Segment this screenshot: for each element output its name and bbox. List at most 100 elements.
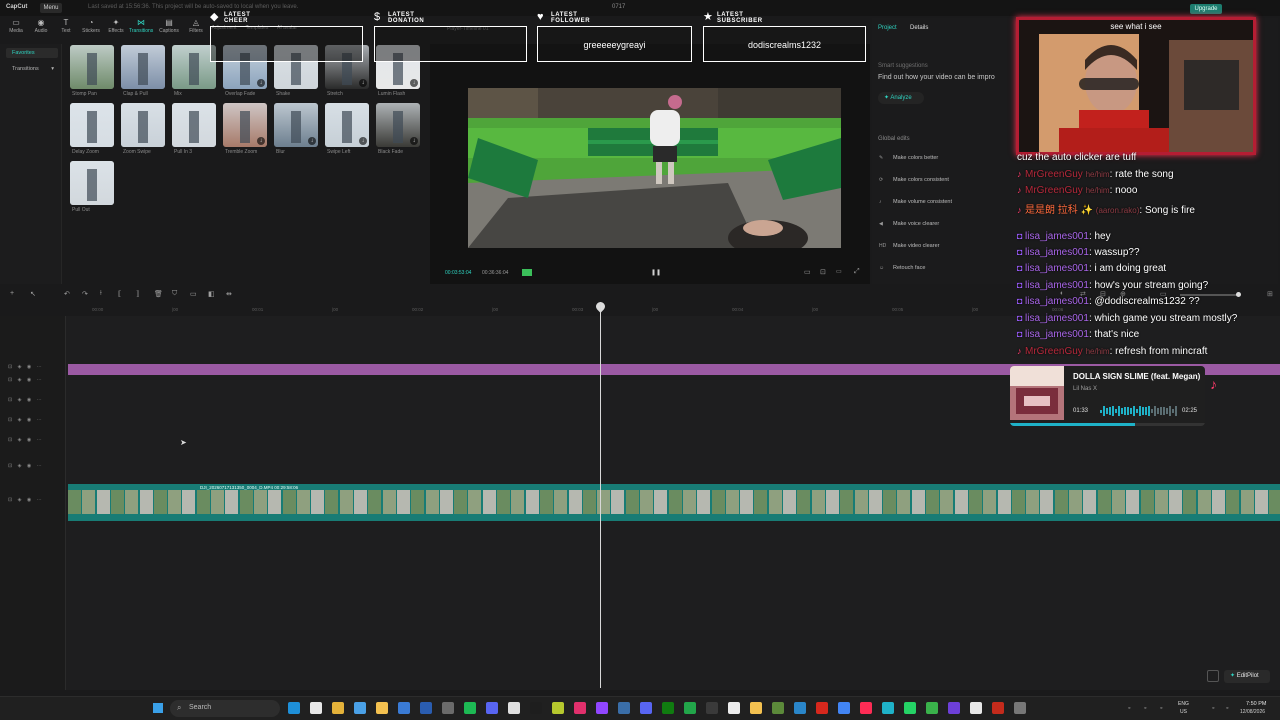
- mirror-icon[interactable]: ◧: [208, 290, 215, 298]
- freeze-icon[interactable]: ▭: [190, 290, 197, 298]
- clock-time[interactable]: 7:50 PM: [1246, 701, 1266, 707]
- taskbar-app-icon[interactable]: [310, 702, 322, 714]
- track-controls[interactable]: ⊡ ◈ ◉ ⋯: [8, 364, 44, 370]
- taskbar-app-icon[interactable]: [816, 702, 828, 714]
- taskbar-app-icon[interactable]: [332, 702, 344, 714]
- transition-thumb[interactable]: [70, 161, 114, 205]
- fit-icon[interactable]: ⊡: [820, 268, 826, 276]
- download-icon[interactable]: ↓: [308, 137, 316, 145]
- track-controls[interactable]: ⊡ ◈ ◉ ⋯: [8, 463, 44, 469]
- taskbar-app-icon[interactable]: [750, 702, 762, 714]
- auto-reframe-icon[interactable]: ⇹: [226, 290, 232, 298]
- tab-captions[interactable]: ▤ Captions: [157, 18, 181, 38]
- global-edit-item[interactable]: ✎ Make colors better: [879, 151, 1009, 165]
- download-icon[interactable]: ↓: [359, 137, 367, 145]
- tray-icon[interactable]: ◦: [1212, 705, 1214, 712]
- tab-project[interactable]: Project: [878, 25, 897, 31]
- delete-icon[interactable]: 🗑: [154, 290, 163, 298]
- sidebar-item-transitions[interactable]: Transitions ▾: [6, 64, 58, 74]
- search-box[interactable]: ⌕ Search: [170, 700, 280, 717]
- redo-icon[interactable]: ↷: [82, 290, 88, 298]
- fullscreen-icon[interactable]: ⤢: [854, 268, 860, 276]
- analyze-button[interactable]: ✦ Analyze: [878, 92, 924, 104]
- taskbar-app-icon[interactable]: [640, 702, 652, 714]
- global-edit-item[interactable]: ⟳ Make colors consistent: [879, 173, 1009, 187]
- split-left-icon[interactable]: ⟦: [118, 290, 121, 298]
- taskbar-app-icon[interactable]: [618, 702, 630, 714]
- taskbar-app-icon[interactable]: [596, 702, 608, 714]
- download-icon[interactable]: ↓: [257, 79, 265, 87]
- track-controls[interactable]: ⊡ ◈ ◉ ⋯: [8, 397, 44, 403]
- taskbar-app-icon[interactable]: [442, 702, 454, 714]
- select-tool-icon[interactable]: ↖: [30, 290, 36, 298]
- taskbar-app-icon[interactable]: [464, 702, 476, 714]
- taskbar-app-icon[interactable]: [794, 702, 806, 714]
- split-right-icon[interactable]: ⟧: [136, 290, 139, 298]
- taskbar-app-icon[interactable]: [508, 702, 520, 714]
- global-edit-item[interactable]: ◀ Make voice clearer: [879, 217, 1009, 231]
- taskbar-app-icon[interactable]: [486, 702, 498, 714]
- taskbar-app-icon[interactable]: [860, 702, 872, 714]
- tab-details[interactable]: Details: [910, 25, 928, 31]
- tray-icon[interactable]: ◦: [1160, 705, 1162, 712]
- taskbar-app-icon[interactable]: [772, 702, 784, 714]
- taskbar-app-icon[interactable]: [728, 702, 740, 714]
- taskbar-app-icon[interactable]: [882, 702, 894, 714]
- transition-thumb[interactable]: ↓: [223, 103, 267, 147]
- transition-thumb[interactable]: [70, 103, 114, 147]
- transition-thumb[interactable]: [121, 45, 165, 89]
- taskbar-app-icon[interactable]: [970, 702, 982, 714]
- taskbar-app-icon[interactable]: [398, 702, 410, 714]
- editpilot-button[interactable]: ✦ EditPilot: [1224, 670, 1270, 683]
- tab-media[interactable]: ▭ Media: [4, 18, 28, 38]
- global-edit-item[interactable]: ☺ Retouch face: [879, 261, 1009, 275]
- undo-icon[interactable]: ↶: [64, 290, 70, 298]
- taskbar-app-icon[interactable]: [706, 702, 718, 714]
- tab-transitions[interactable]: ⋈ Transitions: [129, 18, 153, 38]
- marker-icon[interactable]: ⛉: [172, 290, 177, 298]
- taskbar-app-icon[interactable]: [552, 702, 564, 714]
- windows-start-icon[interactable]: [153, 703, 163, 713]
- taskbar-app-icon[interactable]: [948, 702, 960, 714]
- playhead[interactable]: [600, 302, 601, 688]
- taskbar-app-icon[interactable]: [662, 702, 674, 714]
- split-icon[interactable]: ⟊: [100, 290, 102, 298]
- upgrade-button[interactable]: Upgrade: [1190, 4, 1222, 14]
- track-controls[interactable]: ⊡ ◈ ◉ ⋯: [8, 437, 44, 443]
- tray-icon[interactable]: ◦: [1128, 705, 1130, 712]
- taskbar-app-icon[interactable]: [684, 702, 696, 714]
- taskbar-app-icon[interactable]: [354, 702, 366, 714]
- tray-icon[interactable]: ◦: [1226, 705, 1228, 712]
- taskbar-app-icon[interactable]: [926, 702, 938, 714]
- transition-thumb[interactable]: [70, 45, 114, 89]
- taskbar-app-icon[interactable]: [376, 702, 388, 714]
- taskbar-app-icon[interactable]: [288, 702, 300, 714]
- download-icon[interactable]: ↓: [359, 79, 367, 87]
- download-icon[interactable]: ↓: [257, 137, 265, 145]
- ratio-icon[interactable]: ▭: [804, 268, 811, 276]
- pause-icon[interactable]: ❚❚: [651, 269, 661, 276]
- global-edit-item[interactable]: ♪ Make volume consistent: [879, 195, 1009, 209]
- language-label[interactable]: ENG: [1178, 701, 1189, 707]
- transition-thumb[interactable]: ↓: [325, 103, 369, 147]
- download-icon[interactable]: ↓: [410, 137, 418, 145]
- global-edit-item[interactable]: HD Make video clearer: [879, 239, 1009, 253]
- tab-audio[interactable]: ◉ Audio: [29, 18, 53, 38]
- tab-filters[interactable]: ◬ Filters: [184, 18, 208, 38]
- taskbar-app-icon[interactable]: [420, 702, 432, 714]
- transition-thumb[interactable]: [172, 103, 216, 147]
- taskbar-app-icon[interactable]: [574, 702, 586, 714]
- taskbar-app-icon[interactable]: [992, 702, 1004, 714]
- taskbar-app-icon[interactable]: [1014, 702, 1026, 714]
- chat-toggle-icon[interactable]: [1207, 670, 1219, 682]
- sidebar-item-favorites[interactable]: Favorites: [6, 48, 58, 58]
- menu-button[interactable]: Menu: [40, 3, 62, 13]
- download-icon[interactable]: ↓: [410, 79, 418, 87]
- tray-icon[interactable]: ◦: [1144, 705, 1146, 712]
- video-preview[interactable]: [468, 88, 841, 248]
- transition-thumb[interactable]: [121, 103, 165, 147]
- quality-icon[interactable]: ▭: [836, 268, 842, 275]
- track-controls[interactable]: ⊡ ◈ ◉ ⋯: [8, 417, 44, 423]
- tab-text[interactable]: T Text: [54, 18, 78, 38]
- tab-effects[interactable]: ✦ Effects: [104, 18, 128, 38]
